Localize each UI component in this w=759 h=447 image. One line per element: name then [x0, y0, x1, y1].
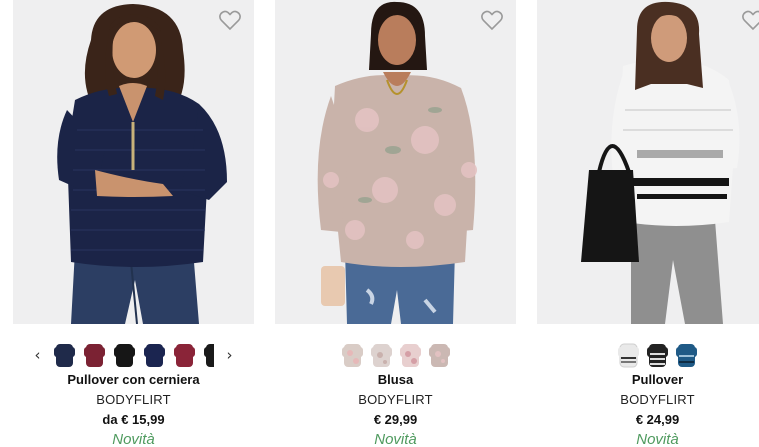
color-swatches: ‹ › [13, 341, 254, 369]
heart-outline-icon[interactable] [741, 9, 759, 31]
product-card-pullover[interactable]: Pullover BODYFLIRT € 24,99 Novità [537, 0, 759, 447]
new-badge: Novità [112, 431, 155, 447]
color-swatch[interactable] [676, 341, 697, 369]
product-name[interactable]: Pullover con cerniera [13, 372, 254, 387]
heart-outline-icon[interactable] [480, 9, 504, 31]
color-swatch[interactable] [428, 341, 450, 369]
product-image[interactable] [537, 0, 759, 324]
color-swatch[interactable] [647, 341, 668, 369]
product-brand: BODYFLIRT [358, 392, 433, 407]
product-image[interactable] [13, 0, 254, 324]
color-swatch[interactable] [399, 341, 421, 369]
product-name[interactable]: Blusa [275, 372, 516, 387]
chevron-right-icon[interactable]: › [223, 341, 237, 369]
heart-outline-icon[interactable] [218, 9, 242, 31]
color-swatch[interactable] [370, 341, 392, 369]
model-photo [275, 0, 516, 324]
color-swatch[interactable] [618, 341, 639, 369]
product-price: € 24,99 [635, 412, 680, 427]
product-name[interactable]: Pullover [537, 372, 759, 387]
product-brand: BODYFLIRT [96, 392, 171, 407]
model-photo [13, 0, 254, 324]
color-swatches [537, 341, 759, 369]
product-card-blusa[interactable]: Blusa BODYFLIRT € 29,99 Novità [275, 0, 516, 447]
product-card-pullover-con-cerniera[interactable]: ‹ › Pullover con cerniera BODYFLIRT da €… [13, 0, 254, 447]
chevron-left-icon[interactable]: ‹ [31, 341, 45, 369]
model-photo [537, 0, 759, 324]
color-swatch[interactable] [113, 341, 135, 369]
color-swatch[interactable] [83, 341, 105, 369]
color-swatch[interactable] [53, 341, 75, 369]
color-swatches [275, 341, 516, 369]
product-image[interactable] [275, 0, 516, 324]
color-swatch[interactable] [341, 341, 363, 369]
color-swatch[interactable] [143, 341, 165, 369]
color-swatch[interactable] [173, 341, 195, 369]
color-swatch[interactable] [203, 341, 214, 369]
product-brand: BODYFLIRT [620, 392, 695, 407]
new-badge: Novità [374, 431, 417, 447]
product-price: da € 15,99 [102, 412, 165, 427]
product-price: € 29,99 [373, 412, 418, 427]
new-badge: Novità [636, 431, 679, 447]
